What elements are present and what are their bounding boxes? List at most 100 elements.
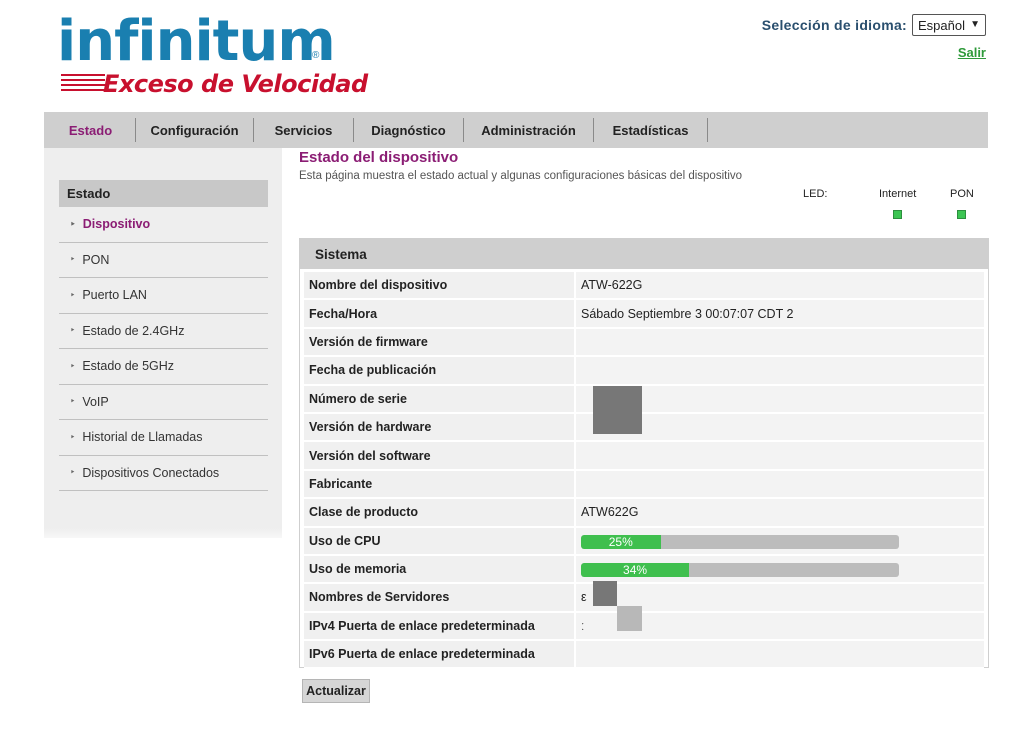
led-label: LED: — [803, 188, 828, 200]
bullet-icon: ‣ — [70, 360, 76, 371]
row-key: Número de serie — [304, 385, 576, 412]
infinitum-logo: infinitum ® Exceso de Velocidad — [57, 12, 368, 99]
sidebar-item-pon[interactable]: ‣ PON — [59, 243, 268, 278]
table-row: Fecha/Hora Sábado Septiembre 3 00:07:07 C… — [304, 300, 984, 329]
language-label: Selección de idioma: — [761, 17, 908, 33]
row-key: Versión de firmware — [304, 328, 576, 356]
bullet-icon: ‣ — [70, 254, 76, 265]
speed-lines-icon — [61, 74, 105, 96]
row-value — [576, 641, 984, 668]
sidebar-item-2-4ghz[interactable]: ‣ Estado de 2.4GHz — [59, 314, 268, 349]
sidebar-item-label: PON — [82, 252, 110, 267]
row-value — [576, 470, 984, 498]
bullet-icon: ‣ — [70, 431, 76, 442]
language-select[interactable]: Español ▼ — [912, 14, 986, 36]
row-key: Uso de CPU — [304, 527, 576, 554]
sidebar-item-label: Historial de Llamadas — [82, 430, 203, 445]
cpu-usage-text: 25% — [608, 534, 633, 549]
row-key: Fabricante — [304, 470, 576, 498]
sidebar-item-label: Puerto LAN — [82, 288, 147, 303]
top-navigation: Estado Configuración Servicios Diagnósti… — [44, 112, 988, 148]
system-info-table: Nombre del dispositivo ATW-622G Fecha/Hor… — [300, 269, 988, 670]
row-key: IPv4 Puerta de enlace predeterminada — [304, 612, 576, 640]
led-internet-label: Internet — [879, 188, 917, 200]
row-value — [576, 357, 984, 384]
row-value — [576, 328, 984, 356]
panel-title: Sistema — [300, 239, 988, 269]
language-selector: Selección de idioma: Español ▼ — [762, 14, 986, 36]
sidebar-title: Estado — [59, 180, 268, 207]
sidebar-item-label: Dispositivo — [82, 217, 151, 232]
row-key: Versión del software — [304, 442, 576, 469]
table-row: Versión de firmware — [304, 328, 984, 358]
sidebar-item-label: VoIP — [82, 394, 109, 409]
redaction-block — [593, 581, 617, 606]
bullet-icon: ‣ — [70, 289, 76, 300]
table-row: Versión de hardware — [304, 413, 984, 443]
memory-usage-text: 34% — [623, 562, 648, 577]
row-value: ATW622G — [576, 499, 984, 526]
bullet-icon: ‣ — [70, 396, 76, 407]
bullet-icon: ‣ — [70, 325, 76, 336]
memory-usage-bar: 34% — [581, 562, 899, 577]
cpu-usage-cell: 25% — [576, 527, 984, 554]
tab-diagnostico[interactable]: Diagnóstico — [354, 118, 464, 142]
row-value — [576, 442, 984, 469]
row-value: Sábado Septiembre 3 00:07:07 CDT 2 — [576, 300, 984, 327]
row-key: Uso de memoria — [304, 555, 576, 583]
table-row: Fabricante — [304, 470, 984, 500]
tab-administracion[interactable]: Administración — [464, 118, 594, 142]
row-key: Versión de hardware — [304, 413, 576, 441]
sidebar-item-label: Estado de 2.4GHz — [82, 323, 185, 338]
cpu-usage-bar: 25% — [581, 534, 899, 549]
logo-tagline: Exceso de Velocidad — [103, 70, 368, 98]
tab-estadisticas[interactable]: Estadísticas — [594, 118, 708, 142]
table-row: Número de serie — [304, 385, 984, 414]
led-pon-label: PON — [950, 188, 974, 200]
table-row: Versión del software — [304, 442, 984, 471]
row-key: Nombres de Servidores — [304, 584, 576, 611]
table-row: Fecha de publicación — [304, 357, 984, 386]
sidebar-item-label: Estado de 5GHz — [82, 359, 175, 374]
logo-wordmark: infinitum — [57, 9, 336, 74]
registered-mark: ® — [312, 50, 320, 61]
internet-led-icon — [893, 210, 902, 219]
sidebar-item-voip[interactable]: ‣ VoIP — [59, 385, 268, 420]
tab-configuracion[interactable]: Configuración — [136, 118, 254, 142]
row-key: Fecha/Hora — [304, 300, 576, 327]
sidebar-menu: ‣ Dispositivo ‣ PON ‣ Puerto LAN ‣ Estado de… — [59, 207, 268, 491]
redaction-block — [593, 386, 642, 434]
table-row: Clase de producto ATW622G — [304, 499, 984, 528]
logout-link[interactable]: Salir — [958, 45, 986, 60]
sidebar-item-puerto-lan[interactable]: ‣ Puerto LAN — [59, 278, 268, 314]
row-key: Clase de producto — [304, 499, 576, 526]
sidebar-item-5ghz[interactable]: ‣ Estado de 5GHz — [59, 349, 268, 385]
table-row: Nombres de Servidores ε — [304, 584, 984, 613]
bullet-icon: ‣ — [70, 218, 76, 229]
redaction-block — [617, 606, 642, 631]
row-key: Nombre del dispositivo — [304, 272, 576, 299]
page-description: Esta página muestra el estado actual y a… — [299, 170, 743, 182]
tab-estado[interactable]: Estado — [46, 118, 136, 142]
sidebar-item-dispositivos-conectados[interactable]: ‣ Dispositivos Conectados — [59, 456, 268, 491]
system-panel: Sistema Nombre del dispositivo ATW-622G F… — [299, 238, 989, 670]
sidebar-item-historial[interactable]: ‣ Historial de Llamadas — [59, 420, 268, 456]
table-row: Nombre del dispositivo ATW-622G — [304, 272, 984, 301]
row-key: IPv6 Puerta de enlace predeterminada — [304, 641, 576, 668]
table-row: Uso de CPU 25% — [304, 527, 984, 556]
table-row: IPv4 Puerta de enlace predeterminada ː — [304, 612, 984, 642]
memory-usage-cell: 34% — [576, 555, 984, 583]
sidebar-item-dispositivo[interactable]: ‣ Dispositivo — [59, 207, 268, 243]
language-value: Español — [918, 17, 965, 33]
chevron-down-icon: ▼ — [970, 19, 980, 30]
page-title: Estado del dispositivo — [299, 149, 459, 166]
sidebar-item-label: Dispositivos Conectados — [82, 465, 220, 480]
pon-led-icon — [957, 210, 966, 219]
tab-servicios[interactable]: Servicios — [254, 118, 354, 142]
table-row: Uso de memoria 34% — [304, 555, 984, 585]
table-row: IPv6 Puerta de enlace predeterminada — [304, 641, 984, 670]
bullet-icon: ‣ — [70, 467, 76, 478]
refresh-button[interactable]: Actualizar — [302, 679, 370, 703]
row-key: Fecha de publicación — [304, 357, 576, 384]
row-value: ATW-622G — [576, 272, 984, 299]
